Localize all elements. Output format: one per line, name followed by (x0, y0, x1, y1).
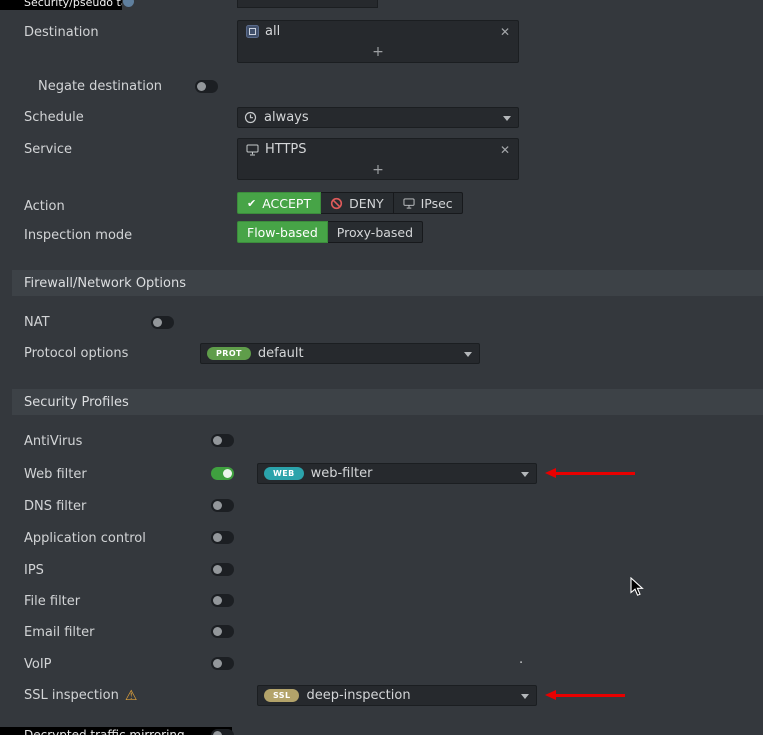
annotation-arrow-web-filter (545, 467, 635, 479)
toggle-antivirus[interactable] (211, 434, 234, 447)
remove-icon[interactable]: ✕ (500, 144, 510, 156)
protocol-options-select[interactable]: PROT default (200, 343, 480, 364)
service-icon (246, 144, 259, 155)
schedule-value: always (264, 110, 309, 125)
ssl-inspection-label: SSL inspection (24, 688, 119, 703)
ssl-inspection-select[interactable]: SSL deep-inspection (257, 685, 537, 706)
action-label: Action (24, 199, 65, 214)
schedule-label: Schedule (24, 110, 84, 125)
protocol-options-value: default (257, 346, 304, 361)
address-icon (246, 25, 259, 38)
service-entry[interactable]: HTTPS ✕ (238, 139, 518, 160)
remove-icon[interactable]: ✕ (500, 26, 510, 38)
clipped-bottom-label: Decrypted traffic mirroring (24, 728, 185, 735)
profile-label-application-control: Application control (24, 531, 146, 546)
ssl-inspection-row: SSL inspection ⚠ (24, 688, 137, 703)
section-header-security-profiles: Security Profiles (12, 389, 763, 415)
destination-entry[interactable]: all ✕ (238, 21, 518, 42)
web-filter-value: web-filter (310, 466, 373, 481)
warning-icon: ⚠ (124, 687, 138, 704)
inspection-mode-label: Inspection mode (24, 228, 133, 243)
toggle-nat[interactable] (151, 316, 174, 329)
toggle-email-filter[interactable] (211, 625, 234, 638)
service-label: Service (24, 142, 73, 157)
toggle-negate-destination[interactable] (195, 80, 218, 93)
mouse-cursor (630, 577, 644, 597)
action-ipsec-button[interactable]: IPsec (393, 192, 463, 214)
inspection-mode-buttons: Flow-based Proxy-based (237, 221, 424, 243)
add-destination-button[interactable]: + (238, 42, 518, 61)
destination-entry-label: all (265, 24, 281, 39)
clipped-bottom-row: Decrypted traffic mirroring (0, 727, 232, 735)
toggle-dns-filter[interactable] (211, 499, 234, 512)
toggle-voip[interactable] (211, 657, 234, 670)
toggle-ips[interactable] (211, 563, 234, 576)
info-icon (123, 0, 134, 7)
profile-label-antivirus: AntiVirus (24, 434, 83, 449)
inspection-proxy-based-button[interactable]: Proxy-based (327, 221, 424, 243)
action-accept-button[interactable]: ✔ ACCEPT (237, 192, 322, 214)
ssl-badge: SSL (264, 689, 300, 702)
schedule-select[interactable]: always (237, 107, 519, 128)
toggle-application-control[interactable] (211, 531, 234, 544)
add-service-button[interactable]: + (238, 160, 518, 179)
action-deny-button[interactable]: DENY (321, 192, 394, 214)
profile-label-voip: VoIP (24, 657, 52, 672)
schedule-clock-icon (244, 111, 257, 124)
profile-label-web-filter: Web filter (24, 467, 87, 482)
web-filter-select[interactable]: WEB web-filter (257, 463, 537, 484)
section-header-firewall-network-options: Firewall/Network Options (12, 270, 763, 296)
check-icon: ✔ (247, 196, 257, 210)
negate-destination-label: Negate destination (38, 79, 163, 94)
deny-icon (330, 197, 343, 209)
clipped-top-input[interactable] (237, 0, 378, 8)
chevron-down-icon (521, 694, 529, 699)
web-filter-badge: WEB (264, 467, 304, 480)
stray-dot: . (519, 652, 524, 667)
chevron-down-icon (503, 116, 511, 121)
profile-label-file-filter: File filter (24, 594, 81, 609)
toggle-file-filter[interactable] (211, 594, 234, 607)
chevron-down-icon (464, 352, 472, 357)
annotation-arrow-ssl-inspection (545, 689, 625, 701)
profile-label-email-filter: Email filter (24, 625, 95, 640)
ipsec-monitor-icon (403, 197, 415, 209)
policy-edit-panel: Security/pseudo tag Destination all ✕ + … (0, 0, 763, 735)
profile-label-ips: IPS (24, 563, 44, 578)
inspection-flow-based-button[interactable]: Flow-based (237, 221, 328, 243)
nat-label: NAT (24, 315, 50, 330)
toggle-web-filter[interactable] (211, 467, 234, 480)
service-box: HTTPS ✕ + (237, 138, 519, 180)
destination-box: all ✕ + (237, 20, 519, 63)
clipped-top-row: Security/pseudo tag (0, 0, 122, 10)
protocol-badge: PROT (207, 347, 251, 360)
protocol-options-label: Protocol options (24, 346, 129, 361)
chevron-down-icon (521, 472, 529, 477)
service-entry-label: HTTPS (265, 142, 307, 157)
toggle-decrypted-traffic-mirroring[interactable] (211, 729, 234, 735)
destination-label: Destination (24, 25, 99, 40)
ssl-inspection-value: deep-inspection (306, 688, 411, 703)
action-buttons: ✔ ACCEPT DENY IPsec (237, 192, 463, 214)
clipped-top-label: Security/pseudo tag (24, 0, 122, 9)
profile-label-dns-filter: DNS filter (24, 499, 87, 514)
